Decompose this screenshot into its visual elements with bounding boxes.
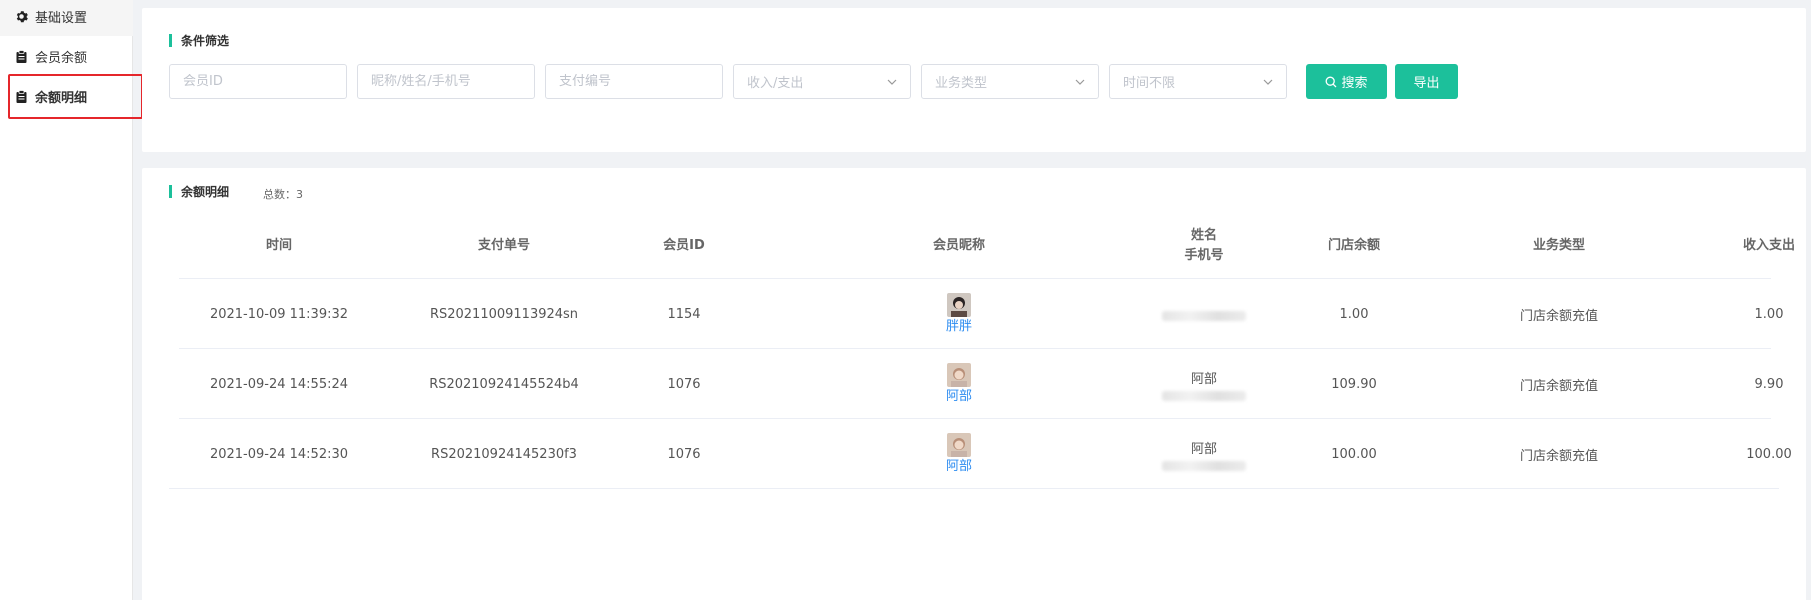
search-button[interactable]: 搜索 (1306, 64, 1387, 99)
sidebar-item-label: 基础设置 (35, 10, 88, 26)
chevron-down-icon (1075, 77, 1085, 87)
clipboard-icon (14, 89, 28, 103)
nickname-link[interactable]: 阿部 (946, 459, 972, 475)
search-icon (1325, 76, 1337, 88)
table-row: 2021-09-24 14:52:30 RS20210924145230f3 1… (169, 419, 1792, 489)
redacted-phone (1162, 311, 1246, 321)
name-phone-field[interactable] (357, 64, 535, 99)
cell-member-id: 1076 (667, 446, 701, 462)
filter-title: 条件筛选 (169, 32, 229, 49)
balance-detail-panel: 余额明细 总数：3 时间 支付单号 会员ID 会员昵称 姓名 手机号 门店余额 … (142, 168, 1806, 600)
pay-no-input[interactable] (559, 74, 709, 89)
redacted-phone (1162, 460, 1246, 471)
cell-income: 9.90 (1754, 376, 1784, 392)
sidebar-item-basic-settings[interactable]: 基础设置 (0, 0, 133, 36)
gear-icon (14, 9, 28, 23)
sidebar-item-balance-detail[interactable]: 余额明细 (0, 76, 133, 116)
pay-no-field[interactable] (545, 64, 723, 99)
clipboard-icon (14, 49, 28, 63)
table-header: 时间 支付单号 会员ID 会员昵称 姓名 手机号 门店余额 业务类型 收入支出 (179, 213, 1795, 279)
business-type-select[interactable]: 业务类型 (921, 64, 1099, 99)
cell-time: 2021-09-24 14:52:30 (209, 446, 349, 462)
table-row: 2021-10-09 11:39:32 RS20211009113924sn 1… (179, 279, 1783, 349)
name-phone-input[interactable] (371, 74, 521, 89)
cell-name-phone: 阿部 (1129, 349, 1279, 419)
cell-nickname: 阿部 (739, 349, 1179, 419)
cell-name: 阿部 (1190, 371, 1217, 387)
cell-biz-type: 门店余额充值 (1519, 448, 1598, 464)
cell-biz-type: 门店余额充值 (1519, 378, 1598, 394)
filter-panel: 条件筛选 收入/支出 业务类型 时间不限 搜索 导出 (142, 8, 1806, 152)
redacted-phone (1162, 390, 1246, 401)
sidebar-item-label: 会员余额 (35, 50, 88, 66)
cell-time: 2021-09-24 14:55:24 (209, 376, 349, 392)
cell-pay-no: RS20211009113924sn (429, 306, 579, 322)
cell-nickname: 胖胖 (739, 279, 1179, 349)
sidebar-item-label: 余额明细 (35, 90, 88, 106)
cell-income: 1.00 (1754, 306, 1784, 322)
member-id-input[interactable] (183, 74, 333, 89)
chevron-down-icon (1263, 77, 1273, 87)
cell-store-balance: 1.00 (1339, 306, 1369, 322)
cell-time: 2021-10-09 11:39:32 (209, 306, 349, 322)
export-button-label: 导出 (1413, 76, 1440, 91)
sidebar-item-member-balance[interactable]: 会员余额 (0, 36, 133, 76)
cell-nickname: 阿部 (739, 419, 1179, 489)
cell-member-id: 1154 (667, 306, 701, 322)
search-button-label: 搜索 (1341, 76, 1368, 91)
col-income: 收入支出 (1742, 238, 1795, 253)
cell-member-id: 1076 (667, 376, 701, 392)
col-name-phone: 姓名 手机号 (1129, 213, 1279, 279)
cell-pay-no: RS20210924145524b4 (429, 376, 579, 392)
income-expense-select[interactable]: 收入/支出 (733, 64, 911, 99)
select-value: 时间不限 (1123, 76, 1176, 91)
avatar (947, 293, 971, 317)
col-member-id: 会员ID (663, 238, 705, 253)
nickname-link[interactable]: 胖胖 (946, 319, 972, 335)
cell-name-phone (1129, 279, 1279, 349)
nickname-link[interactable]: 阿部 (946, 389, 972, 405)
avatar (947, 363, 971, 387)
col-phone: 手机号 (1184, 248, 1224, 263)
member-id-field[interactable] (169, 64, 347, 99)
col-nickname: 会员昵称 (932, 238, 985, 253)
col-time: 时间 (265, 238, 292, 253)
select-value: 业务类型 (935, 76, 988, 91)
cell-name: 阿部 (1190, 441, 1217, 457)
cell-name-phone: 阿部 (1129, 419, 1279, 489)
sidebar: 基础设置 会员余额 余额明细 (0, 0, 133, 600)
cell-store-balance: 100.00 (1331, 446, 1377, 462)
avatar (947, 433, 971, 457)
list-title: 余额明细 (169, 183, 229, 200)
col-store-balance: 门店余额 (1327, 238, 1380, 253)
select-value: 收入/支出 (747, 76, 804, 91)
total-count: 总数：3 (263, 188, 303, 201)
table-row: 2021-09-24 14:55:24 RS20210924145524b4 1… (179, 349, 1783, 419)
cell-store-balance: 109.90 (1331, 376, 1377, 392)
col-biz-type: 业务类型 (1532, 238, 1585, 253)
col-pay-no: 支付单号 (477, 238, 530, 253)
cell-pay-no: RS20210924145230f3 (431, 446, 577, 462)
col-name: 姓名 (1190, 228, 1217, 243)
cell-income: 100.00 (1746, 446, 1792, 462)
export-button[interactable]: 导出 (1395, 64, 1458, 99)
chevron-down-icon (887, 77, 897, 87)
cell-biz-type: 门店余额充值 (1519, 308, 1598, 324)
time-range-select[interactable]: 时间不限 (1109, 64, 1287, 99)
